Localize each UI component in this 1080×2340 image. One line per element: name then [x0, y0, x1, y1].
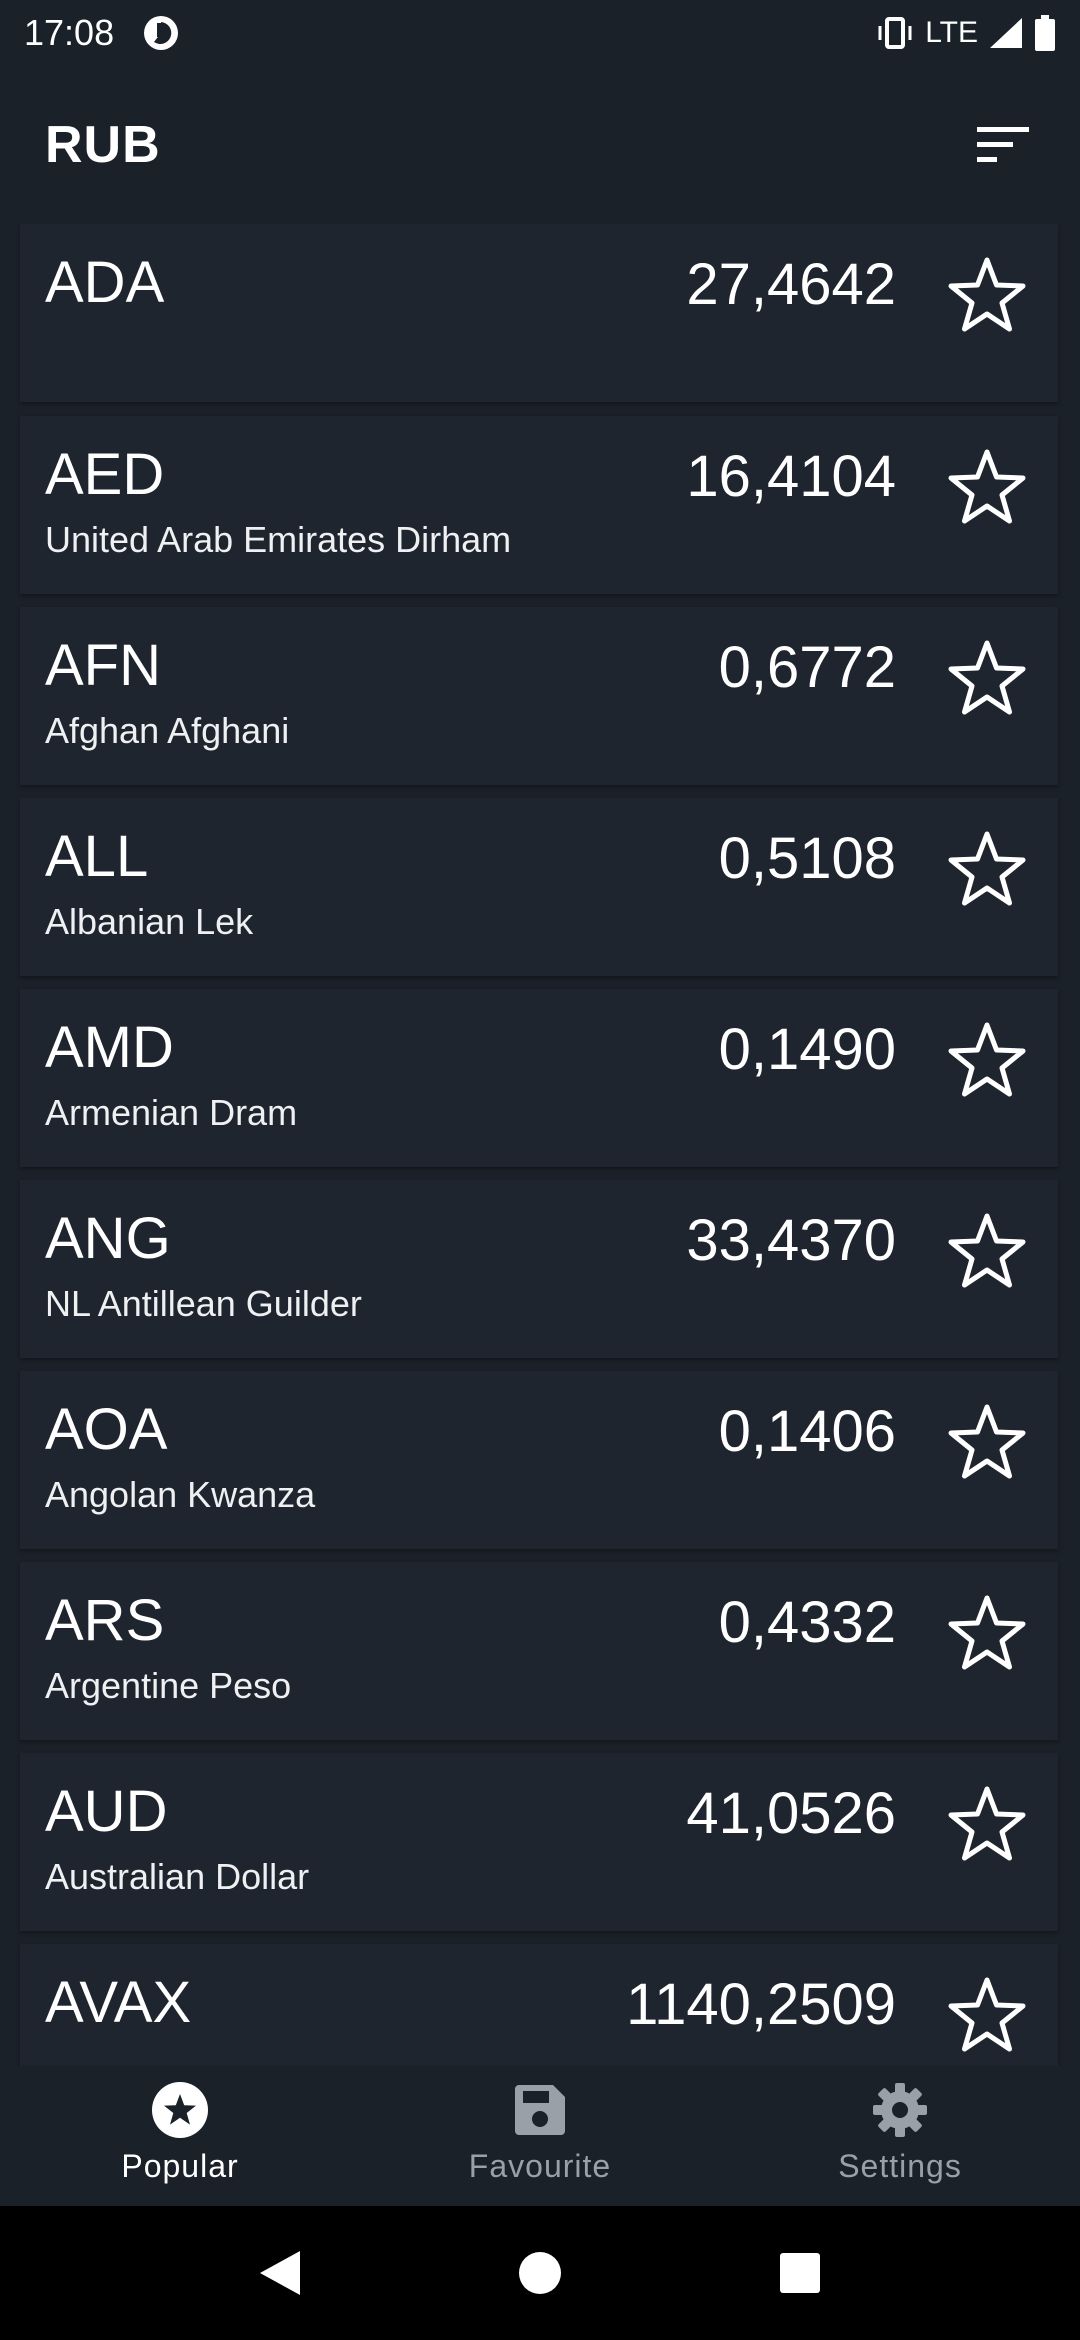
- currency-row-all[interactable]: ALL Albanian Lek 0,5108: [20, 798, 1058, 976]
- sort-icon: [977, 127, 1029, 162]
- back-triangle-icon: [260, 2251, 300, 2295]
- network-type: LTE: [925, 16, 978, 49]
- favourite-star-button[interactable]: [944, 444, 1030, 530]
- app-indicator-icon: [142, 14, 180, 52]
- currency-list[interactable]: ADA 27,4642 AED United Arab Emirates Dir…: [0, 224, 1080, 2066]
- save-icon: [508, 2078, 572, 2142]
- currency-code: AED: [45, 442, 165, 507]
- star-outline-icon: [948, 640, 1026, 715]
- currency-code: AOA: [45, 1397, 168, 1462]
- currency-name: Argentine Peso: [45, 1665, 292, 1706]
- status-bar: 17:08 LTE: [0, 0, 1080, 66]
- favourite-star-button[interactable]: [944, 826, 1030, 912]
- recents-button[interactable]: [770, 2243, 830, 2303]
- star-outline-icon: [948, 831, 1026, 906]
- currency-rate: 1140,2509: [626, 1972, 896, 2037]
- currency-rate: 0,1490: [718, 1017, 896, 1082]
- battery-icon: [1034, 15, 1056, 51]
- vibrate-icon: [875, 16, 915, 50]
- favourite-star-button[interactable]: [944, 1399, 1030, 1485]
- currency-code: AUD: [45, 1779, 168, 1844]
- star-outline-icon: [948, 1595, 1026, 1670]
- nav-label-popular: Popular: [121, 2148, 239, 2184]
- favourite-star-button[interactable]: [944, 635, 1030, 721]
- currency-name: Angolan Kwanza: [45, 1474, 316, 1515]
- currency-code: ALL: [45, 824, 149, 889]
- favourite-star-button[interactable]: [944, 1590, 1030, 1676]
- sort-button[interactable]: [972, 113, 1036, 177]
- currency-name: Australian Dollar: [45, 1856, 310, 1897]
- star-circle-icon: [148, 2078, 212, 2142]
- currency-rate: 16,4104: [686, 444, 896, 509]
- currency-row-aud[interactable]: AUD Australian Dollar 41,0526: [20, 1753, 1058, 1931]
- currency-name: Armenian Dram: [45, 1092, 298, 1133]
- currency-code: AVAX: [45, 1970, 192, 2035]
- currency-row-aed[interactable]: AED United Arab Emirates Dirham 16,4104: [20, 416, 1058, 594]
- back-button[interactable]: [250, 2243, 310, 2303]
- currency-row-ang[interactable]: ANG NL Antillean Guilder 33,4370: [20, 1180, 1058, 1358]
- currency-row-ars[interactable]: ARS Argentine Peso 0,4332: [20, 1562, 1058, 1740]
- favourite-star-button[interactable]: [944, 1017, 1030, 1103]
- currency-code: ARS: [45, 1588, 165, 1653]
- nav-label-favourite: Favourite: [468, 2148, 612, 2184]
- currency-rate: 41,0526: [686, 1781, 896, 1846]
- currency-name: Afghan Afghani: [45, 710, 290, 751]
- star-outline-icon: [948, 1404, 1026, 1479]
- currency-rate: 0,5108: [718, 826, 896, 891]
- star-outline-icon: [948, 1022, 1026, 1097]
- nav-label-settings: Settings: [838, 2148, 962, 2184]
- currency-rate: 33,4370: [686, 1208, 896, 1273]
- screen: 17:08 LTE RUB ADA 27,4642 AED United Ara…: [0, 0, 1080, 2340]
- currency-code: AMD: [45, 1015, 174, 1080]
- currency-code: AFN: [45, 633, 161, 698]
- currency-rate: 27,4642: [686, 252, 896, 317]
- star-outline-icon: [948, 449, 1026, 524]
- currency-name: United Arab Emirates Dirham: [45, 519, 512, 560]
- status-right: LTE: [875, 15, 1056, 51]
- page-title: RUB: [45, 116, 161, 174]
- star-outline-icon: [948, 257, 1026, 332]
- status-left: 17:08: [24, 12, 180, 54]
- bottom-navigation: Popular Favourite Settings: [0, 2066, 1080, 2206]
- system-navigation-bar: [0, 2206, 1080, 2340]
- star-outline-icon: [948, 1213, 1026, 1288]
- nav-item-settings[interactable]: Settings: [720, 2066, 1080, 2206]
- favourite-star-button[interactable]: [944, 252, 1030, 338]
- home-button[interactable]: [510, 2243, 570, 2303]
- currency-name: Albanian Lek: [45, 901, 254, 942]
- currency-rate: 0,4332: [718, 1590, 896, 1655]
- nav-item-popular[interactable]: Popular: [0, 2066, 360, 2206]
- app-bar: RUB: [0, 66, 1080, 224]
- favourite-star-button[interactable]: [944, 1781, 1030, 1867]
- recents-square-icon: [780, 2253, 820, 2293]
- currency-code: ADA: [45, 250, 165, 315]
- currency-row-aoa[interactable]: AOA Angolan Kwanza 0,1406: [20, 1371, 1058, 1549]
- status-time: 17:08: [24, 12, 115, 53]
- nav-item-favourite[interactable]: Favourite: [360, 2066, 720, 2206]
- home-circle-icon: [519, 2252, 561, 2294]
- star-outline-icon: [948, 1977, 1026, 2052]
- currency-code: ANG: [45, 1206, 171, 1271]
- signal-icon: [988, 16, 1024, 50]
- gear-icon: [868, 2078, 932, 2142]
- currency-row-amd[interactable]: AMD Armenian Dram 0,1490: [20, 989, 1058, 1167]
- favourite-star-button[interactable]: [944, 1208, 1030, 1294]
- favourite-star-button[interactable]: [944, 1972, 1030, 2058]
- currency-row-ada[interactable]: ADA 27,4642: [20, 224, 1058, 402]
- currency-rate: 0,6772: [718, 635, 896, 700]
- currency-row-afn[interactable]: AFN Afghan Afghani 0,6772: [20, 607, 1058, 785]
- currency-name: NL Antillean Guilder: [45, 1283, 362, 1324]
- star-outline-icon: [948, 1786, 1026, 1861]
- currency-rate: 0,1406: [718, 1399, 896, 1464]
- currency-row-avax[interactable]: AVAX 1140,2509: [20, 1944, 1058, 2066]
